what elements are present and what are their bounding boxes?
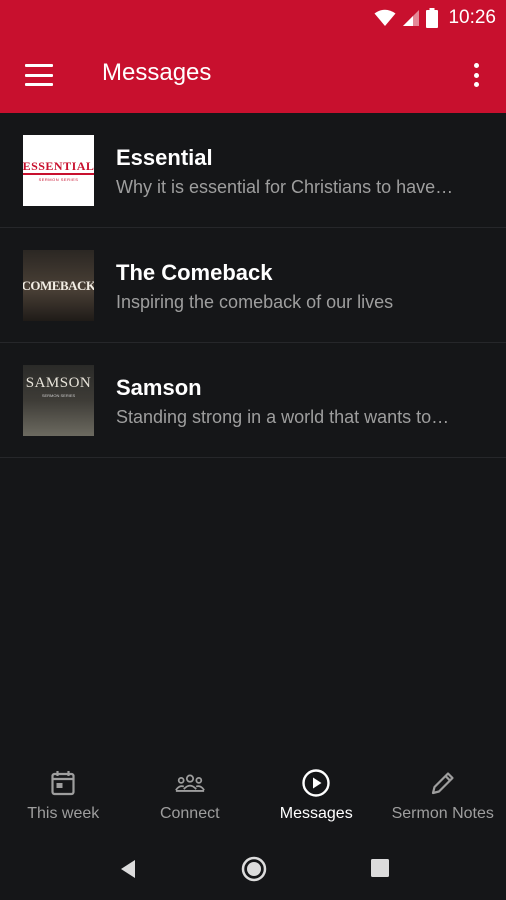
message-title: The Comeback [116,260,273,285]
nav-label: Connect [159,805,220,822]
nav-label: Messages [279,805,353,822]
thumbnail-title: COMEBACK [23,277,94,293]
bottom-navigation: This week Connect Messages Sermon Notes [0,760,506,838]
message-subtitle: Inspiring the comeback of our lives [116,292,394,312]
status-icons: 10:26 [374,6,496,30]
nav-tab-this-week[interactable]: This week [0,760,127,838]
home-icon[interactable] [240,855,268,883]
thumbnail-title: ESSENTIAL [23,158,94,175]
nav-label: Sermon Notes [391,805,494,822]
nav-tab-messages[interactable]: Messages [253,760,380,838]
message-item-the-comeback[interactable]: COMEBACK The Comeback Inspiring the come… [0,228,506,343]
wifi-icon [374,9,396,26]
samson-thumbnail: SAMSON SERMON SERIES [23,365,94,436]
back-icon[interactable] [115,856,141,882]
recents-icon[interactable] [370,858,390,878]
message-list: ESSENTIAL SERMON SERIES Essential Why it… [0,113,506,458]
signal-icon [403,10,420,26]
nav-tab-sermon-notes[interactable]: Sermon Notes [380,760,506,838]
thumbnail-title: SAMSON [25,375,92,391]
overflow-menu-icon[interactable] [468,60,484,90]
essential-thumbnail: ESSENTIAL SERMON SERIES [23,135,94,206]
system-navigation-bar [0,838,506,900]
message-title: Essential [116,145,213,170]
nav-tab-connect[interactable]: Connect [127,760,254,838]
message-item-essential[interactable]: ESSENTIAL SERMON SERIES Essential Why it… [0,113,506,228]
nav-label: This week [27,805,100,822]
people-icon [174,774,205,792]
menu-icon[interactable] [22,60,56,90]
status-time: 10:26 [448,7,496,28]
calendar-icon [51,771,75,796]
thumbnail-subtitle: SERMON SERIES [41,393,76,398]
pencil-icon [431,772,454,795]
thumbnail-subtitle: SERMON SERIES [38,176,79,182]
message-subtitle: Why it is essential for Christians to ha… [116,177,454,197]
message-item-samson[interactable]: SAMSON SERMON SERIES Samson Standing str… [0,343,506,458]
app-bar: Messages [0,36,506,113]
play-circle-icon [302,769,330,797]
page-title: Messages [102,59,212,86]
status-bar: 10:26 [0,0,506,36]
message-title: Samson [116,375,202,400]
battery-icon [426,8,439,28]
comeback-thumbnail: COMEBACK [23,250,94,321]
message-subtitle: Standing strong in a world that wants to… [116,407,450,427]
